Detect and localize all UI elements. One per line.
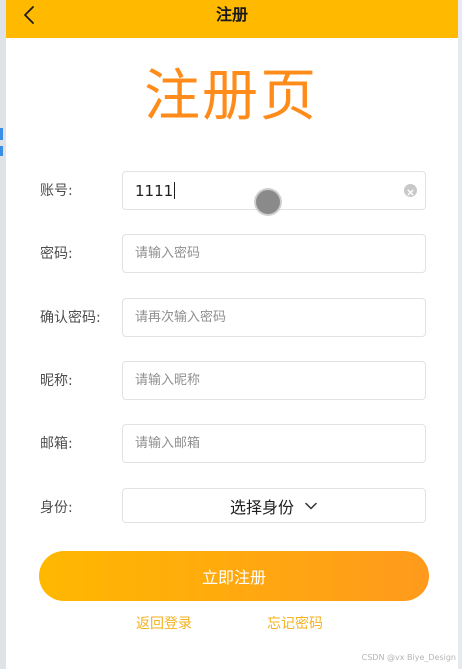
navbar-title: 注册 xyxy=(215,5,248,24)
register-button[interactable]: 立即注册 xyxy=(39,551,429,601)
back-to-login-link[interactable]: 返回登录 xyxy=(136,614,192,634)
identity-label: 身份: xyxy=(40,500,73,516)
account-label: 账号: xyxy=(40,183,73,199)
email-placeholder: 请输入邮箱 xyxy=(135,436,201,451)
password-placeholder: 请输入密码 xyxy=(135,246,201,261)
navbar: 注册 xyxy=(6,0,458,38)
register-page: 注册 注册页 账号: 1111 密码: 请输入密码 确认密码: 请再次输入密码 … xyxy=(0,0,462,669)
nickname-input[interactable]: 请输入昵称 xyxy=(122,361,426,400)
edge-marker xyxy=(0,146,3,156)
email-input[interactable]: 请输入邮箱 xyxy=(122,424,426,463)
account-input-value: 1111 xyxy=(135,182,176,200)
watermark: CSDN @vx Biye_Design xyxy=(361,653,456,662)
password-input[interactable]: 请输入密码 xyxy=(122,234,426,273)
email-label: 邮箱: xyxy=(40,436,73,452)
forgot-password-link[interactable]: 忘记密码 xyxy=(267,614,323,634)
page-title: 注册页 xyxy=(144,64,318,129)
password-label: 密码: xyxy=(40,246,73,262)
clear-icon[interactable] xyxy=(404,184,417,197)
touch-indicator xyxy=(256,190,280,214)
confirm-password-input[interactable]: 请再次输入密码 xyxy=(122,298,426,337)
confirm-password-label: 确认密码: xyxy=(40,310,101,326)
confirm-password-placeholder: 请再次输入密码 xyxy=(135,310,227,325)
chevron-down-icon xyxy=(304,499,318,513)
nickname-label: 昵称: xyxy=(40,373,73,389)
identity-select-value: 选择身份 xyxy=(229,497,294,517)
register-button-label: 立即注册 xyxy=(201,568,266,587)
nickname-placeholder: 请输入昵称 xyxy=(135,373,201,388)
text-caret xyxy=(174,182,176,199)
identity-select[interactable]: 选择身份 xyxy=(122,488,426,523)
